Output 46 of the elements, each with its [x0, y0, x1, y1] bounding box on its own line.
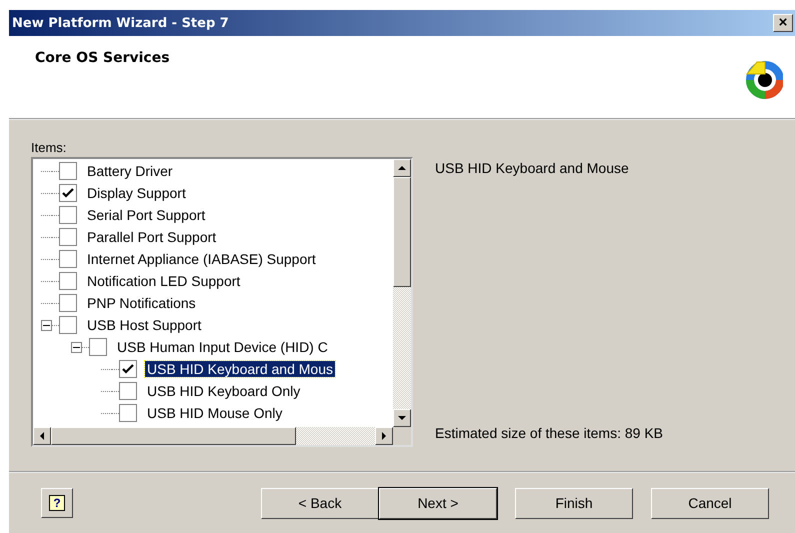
checkbox[interactable]: [59, 184, 77, 202]
tree-item[interactable]: PNP Notifications: [85, 295, 198, 311]
scrollbar-corner: [393, 427, 411, 445]
tree-item[interactable]: USB HID Keyboard and Mous: [145, 361, 335, 377]
tree-item[interactable]: Parallel Port Support: [85, 229, 218, 245]
checkbox[interactable]: [59, 294, 77, 312]
wizard-button[interactable]: Finish: [515, 488, 633, 518]
scroll-thumb[interactable]: [51, 427, 296, 445]
help-button[interactable]: ?: [41, 488, 73, 518]
tree-item[interactable]: USB HID Mouse Only: [145, 405, 284, 421]
checkbox[interactable]: [59, 250, 77, 268]
item-description: USB HID Keyboard and Mouse: [435, 160, 630, 176]
close-button[interactable]: ×: [773, 14, 793, 32]
tree-item[interactable]: Internet Appliance (IABASE) Support: [85, 251, 318, 267]
collapse-toggle[interactable]: [41, 320, 52, 330]
checkbox[interactable]: [59, 316, 77, 334]
checkbox[interactable]: [119, 382, 137, 400]
tree-item[interactable]: USB HID Keyboard Only: [145, 383, 302, 399]
tree-item[interactable]: Battery Driver: [85, 163, 175, 179]
wizard-button[interactable]: Cancel: [651, 488, 769, 518]
wizard-button[interactable]: Next >: [379, 488, 497, 518]
tree-item[interactable]: USB Host Support: [85, 317, 204, 333]
down-arrow-icon: [397, 413, 407, 423]
tree-item[interactable]: USB Human Input Device (HID) C: [115, 339, 330, 355]
up-arrow-icon: [397, 163, 407, 173]
wizard-button[interactable]: < Back: [261, 488, 379, 518]
checkbox[interactable]: [59, 272, 77, 290]
checkbox[interactable]: [59, 228, 77, 246]
tree-item[interactable]: Serial Port Support: [85, 207, 208, 223]
checkbox[interactable]: [119, 360, 137, 378]
tree-item[interactable]: Display Support: [85, 185, 188, 201]
checkbox[interactable]: [119, 404, 137, 422]
right-arrow-icon: [379, 431, 389, 441]
page-title: Core OS Services: [35, 50, 170, 68]
horizontal-scrollbar[interactable]: [33, 427, 393, 445]
vertical-scrollbar[interactable]: [393, 159, 411, 427]
tree-item[interactable]: Notification LED Support: [85, 273, 242, 289]
items-label: Items:: [31, 140, 68, 155]
window-title: New Platform Wizard - Step 7: [12, 16, 229, 30]
checkbox[interactable]: [59, 206, 77, 224]
scroll-thumb[interactable]: [393, 177, 411, 287]
estimated-size: Estimated size of these items: 89 KB: [435, 425, 664, 441]
checkbox[interactable]: [59, 162, 77, 180]
collapse-toggle[interactable]: [71, 342, 82, 352]
checkbox[interactable]: [89, 338, 107, 356]
help-icon: ?: [49, 495, 65, 511]
